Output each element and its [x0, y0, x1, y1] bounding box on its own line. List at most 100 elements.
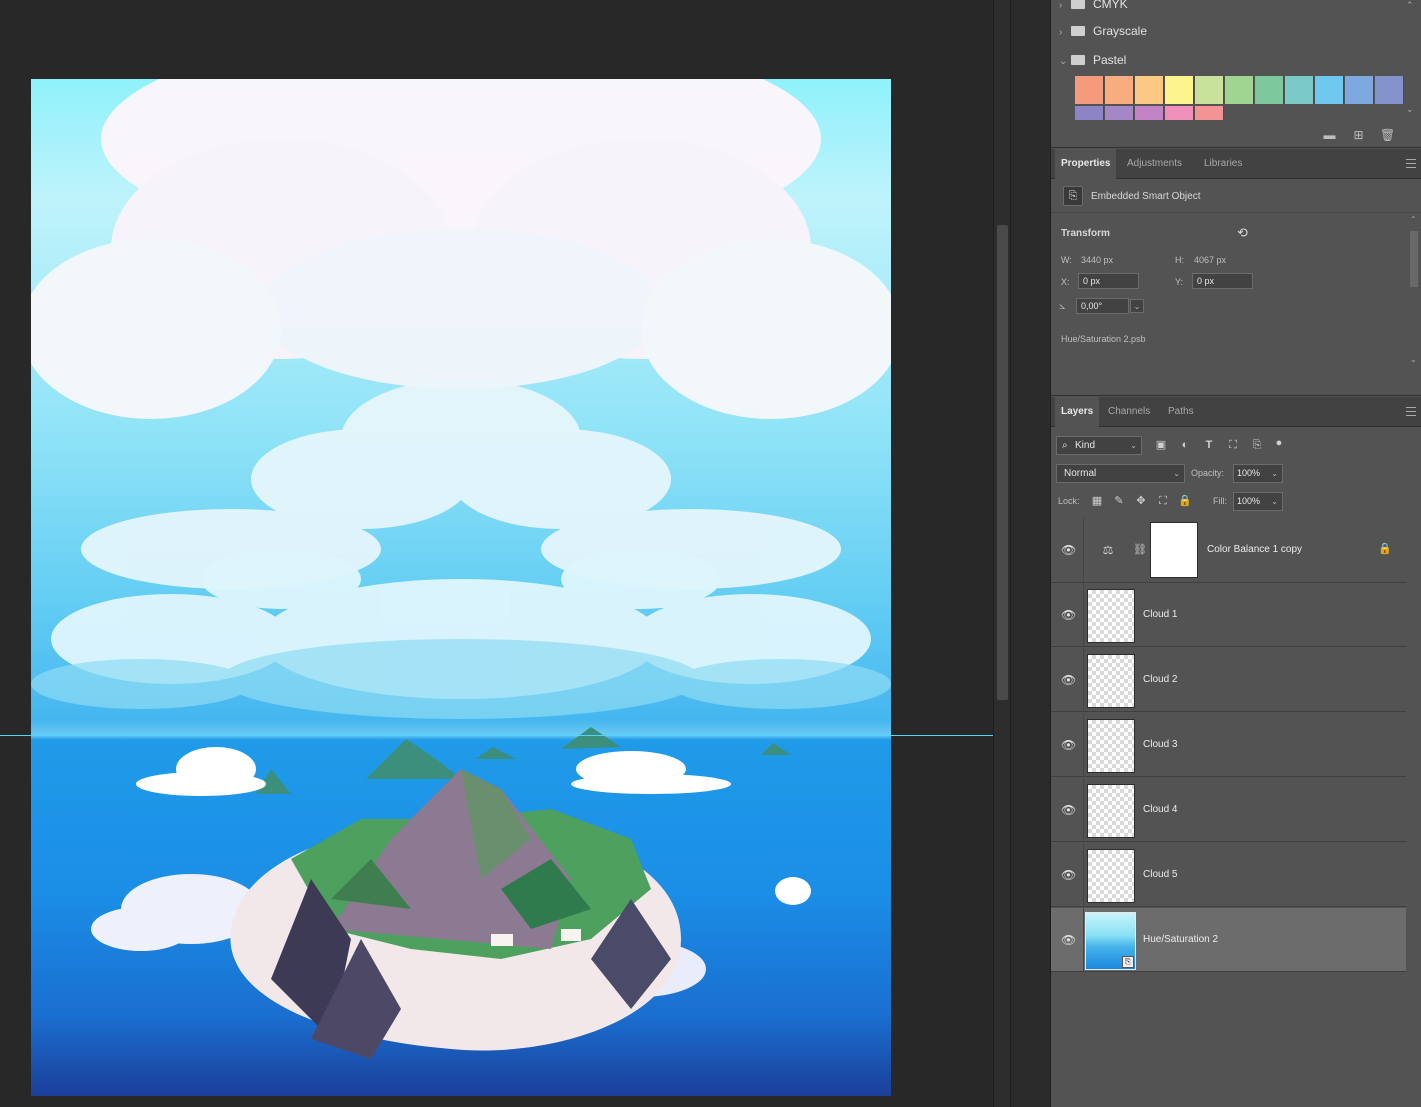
layer-name[interactable]: Hue/Saturation 2 — [1143, 934, 1218, 945]
layer-row-cloud-1[interactable]: 👁 Cloud 1 — [1051, 583, 1406, 647]
layer-row-cloud-5[interactable]: 👁 Cloud 5 — [1051, 843, 1406, 907]
lock-artboard-icon[interactable]: ⛶ — [1156, 494, 1170, 508]
layer-thumbnail[interactable] — [1087, 784, 1135, 838]
layer-name[interactable]: Cloud 3 — [1143, 739, 1177, 750]
color-swatch[interactable] — [1135, 76, 1164, 104]
color-swatch[interactable] — [1225, 76, 1254, 104]
panel-menu-icon[interactable] — [1406, 159, 1416, 168]
delete-trash-icon[interactable]: 🗑 — [1380, 129, 1395, 141]
scroll-down-icon[interactable]: ⌄ — [1406, 104, 1414, 115]
layer-thumbnail[interactable] — [1087, 719, 1135, 773]
swatches-scrollbar[interactable]: ⌃ ⌄ — [1406, 0, 1416, 120]
filter-toggle-icon[interactable]: ● — [1272, 436, 1286, 450]
tab-channels[interactable]: Channels — [1102, 397, 1156, 427]
color-swatch[interactable] — [1375, 76, 1404, 104]
canvas-workspace[interactable] — [0, 0, 993, 1107]
lock-transparent-pixels-icon[interactable]: ▦ — [1090, 494, 1104, 508]
properties-scroll-thumb[interactable] — [1410, 231, 1418, 287]
y-position-field[interactable]: 0 px — [1192, 273, 1253, 289]
lock-all-icon[interactable]: 🔒 — [1178, 494, 1192, 508]
swatch-group-pastel[interactable]: ⌄ Pastel — [1059, 50, 1126, 70]
tab-libraries[interactable]: Libraries — [1198, 149, 1248, 179]
opacity-field[interactable]: 100% ⌄ — [1233, 464, 1283, 483]
visibility-eye-icon[interactable]: 👁 — [1061, 608, 1076, 622]
reset-transform-icon[interactable]: ⟲ — [1237, 225, 1248, 241]
lock-position-move-icon[interactable]: ✥ — [1134, 494, 1148, 508]
swatch-group-grayscale[interactable]: › Grayscale — [1059, 21, 1147, 41]
scroll-up-icon[interactable]: ⌃ — [1406, 0, 1414, 11]
color-swatch[interactable] — [1255, 76, 1284, 104]
color-swatch[interactable] — [1315, 76, 1344, 104]
layer-thumbnail[interactable] — [1087, 589, 1135, 643]
visibility-eye-icon[interactable]: 👁 — [1061, 543, 1076, 557]
layer-mask-thumbnail[interactable] — [1150, 522, 1198, 578]
visibility-eye-icon[interactable]: 👁 — [1061, 738, 1076, 752]
scroll-down-icon[interactable]: ⌄ — [1410, 355, 1417, 364]
layer-filter-kind[interactable]: ⌕ Kind ⌄ — [1056, 436, 1142, 455]
chevron-down-icon: ⌄ — [1130, 441, 1137, 450]
swatch-group-cmyk[interactable]: › CMYK — [1059, 0, 1128, 14]
tab-layers[interactable]: Layers — [1055, 397, 1100, 427]
tab-properties[interactable]: Properties — [1055, 149, 1117, 179]
new-swatch-icon[interactable]: ⊞ — [1352, 129, 1365, 141]
scroll-up-icon[interactable]: ⌃ — [1410, 215, 1417, 224]
color-swatch[interactable] — [1195, 106, 1224, 120]
chevron-down-icon: ⌄ — [1271, 469, 1278, 478]
color-swatch[interactable] — [1165, 106, 1194, 120]
color-swatch[interactable] — [1075, 106, 1104, 120]
layer-thumbnail[interactable] — [1087, 849, 1135, 903]
width-value[interactable]: 3440 px — [1081, 255, 1113, 265]
layers-tab-bar: Layers Channels Paths — [1051, 397, 1421, 427]
visibility-eye-icon[interactable]: 👁 — [1061, 933, 1076, 947]
angle-field[interactable]: 0,00° ⌄ — [1076, 298, 1144, 314]
layer-name[interactable]: Cloud 4 — [1143, 804, 1177, 815]
x-position-field[interactable]: 0 px — [1078, 273, 1139, 289]
canvas-vertical-scrollbar[interactable] — [993, 0, 1010, 1107]
canvas-scroll-thumb[interactable] — [997, 225, 1008, 700]
adjustment-layer-filter-icon[interactable]: ◐ — [1178, 438, 1192, 452]
layer-name[interactable]: Cloud 5 — [1143, 869, 1177, 880]
new-group-folder-icon[interactable]: ▬ — [1323, 129, 1336, 141]
color-swatch[interactable] — [1165, 76, 1194, 104]
properties-scrollbar[interactable]: ⌃ ⌄ — [1408, 215, 1420, 371]
visibility-eye-icon[interactable]: 👁 — [1061, 868, 1076, 882]
tab-adjustments[interactable]: Adjustments — [1121, 149, 1188, 179]
visibility-eye-icon[interactable]: 👁 — [1061, 803, 1076, 817]
fill-field[interactable]: 100% ⌄ — [1233, 492, 1283, 511]
shape-layer-filter-icon[interactable]: ⛶ — [1226, 438, 1240, 452]
layer-row-hue-saturation-2[interactable]: 👁 ⎘ Hue/Saturation 2 — [1051, 908, 1406, 972]
chevron-down-icon[interactable]: ⌄ — [1130, 299, 1144, 313]
layer-row-cloud-2[interactable]: 👁 Cloud 2 — [1051, 648, 1406, 712]
color-swatch[interactable] — [1105, 76, 1134, 104]
layers-scrollbar[interactable] — [1406, 523, 1421, 1107]
eye-column-divider — [1083, 713, 1084, 777]
color-swatch[interactable] — [1075, 76, 1104, 104]
height-value[interactable]: 4067 px — [1194, 255, 1226, 265]
color-swatch[interactable] — [1195, 76, 1224, 104]
panel-menu-icon[interactable] — [1406, 407, 1416, 416]
lock-label: Lock: — [1058, 496, 1080, 506]
tab-paths[interactable]: Paths — [1162, 397, 1200, 427]
layer-thumbnail[interactable] — [1087, 654, 1135, 708]
layer-row-cloud-4[interactable]: 👁 Cloud 4 — [1051, 778, 1406, 842]
color-swatch[interactable] — [1135, 106, 1164, 120]
layer-thumbnail[interactable]: ⎘ — [1085, 912, 1136, 970]
layer-name[interactable]: Cloud 2 — [1143, 674, 1177, 685]
blend-mode-select[interactable]: Normal ⌄ — [1056, 464, 1185, 483]
layer-name[interactable]: Cloud 1 — [1143, 609, 1177, 620]
chain-link-icon[interactable]: ⛓ — [1133, 543, 1147, 557]
color-swatch[interactable] — [1285, 76, 1314, 104]
type-layer-filter-icon[interactable]: T — [1202, 438, 1216, 452]
color-swatch[interactable] — [1105, 106, 1134, 120]
smart-object-filter-icon[interactable]: ⎘ — [1250, 438, 1264, 452]
layer-name[interactable]: Color Balance 1 copy — [1207, 544, 1302, 555]
visibility-eye-icon[interactable]: 👁 — [1061, 673, 1076, 687]
document-canvas[interactable] — [31, 79, 891, 1096]
opacity-value: 100% — [1237, 468, 1261, 478]
horizontal-guide[interactable] — [0, 735, 993, 736]
lock-image-pixels-brush-icon[interactable]: ✎ — [1112, 494, 1126, 508]
layer-row-color-balance-1-copy[interactable]: 👁 ⚖ ⛓ Color Balance 1 copy 🔒 — [1051, 518, 1406, 583]
color-swatch[interactable] — [1345, 76, 1374, 104]
pixel-layer-filter-icon[interactable]: ▣ — [1154, 438, 1168, 452]
layer-row-cloud-3[interactable]: 👁 Cloud 3 — [1051, 713, 1406, 777]
